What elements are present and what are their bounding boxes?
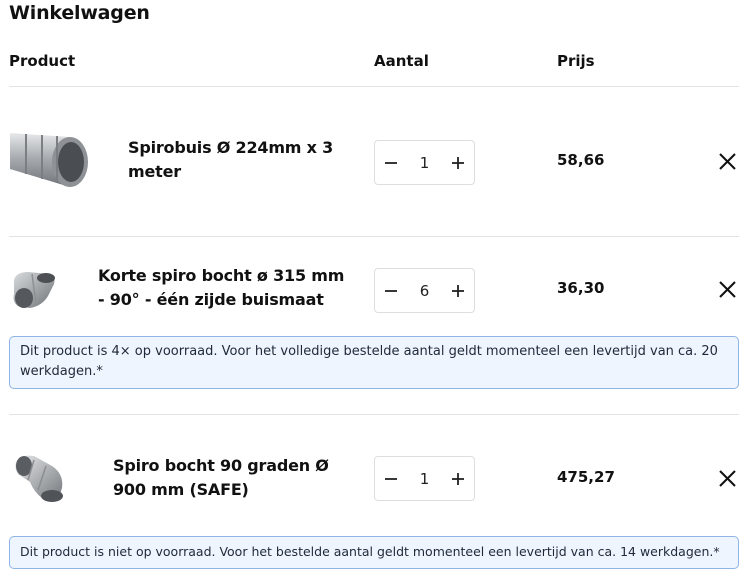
decrease-quantity-button[interactable] <box>375 457 407 500</box>
remove-item-button[interactable] <box>716 467 738 489</box>
minus-icon <box>385 289 397 292</box>
increase-quantity-button[interactable] <box>442 141 474 184</box>
increase-quantity-button[interactable] <box>442 269 474 312</box>
plus-icon <box>452 156 464 169</box>
minus-icon <box>385 161 397 164</box>
decrease-quantity-button[interactable] <box>375 269 407 312</box>
divider <box>9 86 739 87</box>
remove-item-button[interactable] <box>716 150 738 172</box>
plus-icon <box>452 472 464 485</box>
spiral-duct-pipe-image <box>10 133 88 187</box>
column-header-quantity: Aantal <box>374 52 429 70</box>
quantity-value[interactable]: 1 <box>410 154 440 172</box>
item-price: 475,27 <box>557 468 615 486</box>
minus-icon <box>385 477 397 480</box>
divider <box>9 236 739 237</box>
remove-item-button[interactable] <box>716 278 738 300</box>
stock-notice: Dit product is niet op voorraad. Voor he… <box>9 536 739 569</box>
short-spiral-bend-image <box>13 272 55 308</box>
increase-quantity-button[interactable] <box>442 457 474 500</box>
spiral-bend-90-image <box>15 455 63 502</box>
column-header-price: Prijs <box>557 52 595 70</box>
quantity-stepper: 1 <box>374 456 475 501</box>
page-title: Winkelwagen <box>9 2 150 24</box>
stock-notice: Dit product is 4× op voorraad. Voor het … <box>9 336 739 389</box>
column-header-product: Product <box>9 52 76 70</box>
product-name[interactable]: Spiro bocht 90 graden Ø 900 mm (SAFE) <box>113 454 353 502</box>
close-icon <box>718 469 736 487</box>
close-icon <box>718 280 736 298</box>
close-icon <box>718 152 736 170</box>
quantity-value[interactable]: 6 <box>410 282 440 300</box>
divider <box>9 414 739 415</box>
decrease-quantity-button[interactable] <box>375 141 407 184</box>
product-name[interactable]: Spirobuis Ø 224mm x 3 meter <box>128 136 353 184</box>
item-price: 58,66 <box>557 151 605 169</box>
quantity-stepper: 6 <box>374 268 475 313</box>
product-name[interactable]: Korte spiro bocht ø 315 mm - 90° - één z… <box>98 264 353 312</box>
plus-icon <box>452 284 464 297</box>
quantity-value[interactable]: 1 <box>410 470 440 488</box>
item-price: 36,30 <box>557 279 605 297</box>
quantity-stepper: 1 <box>374 140 475 185</box>
